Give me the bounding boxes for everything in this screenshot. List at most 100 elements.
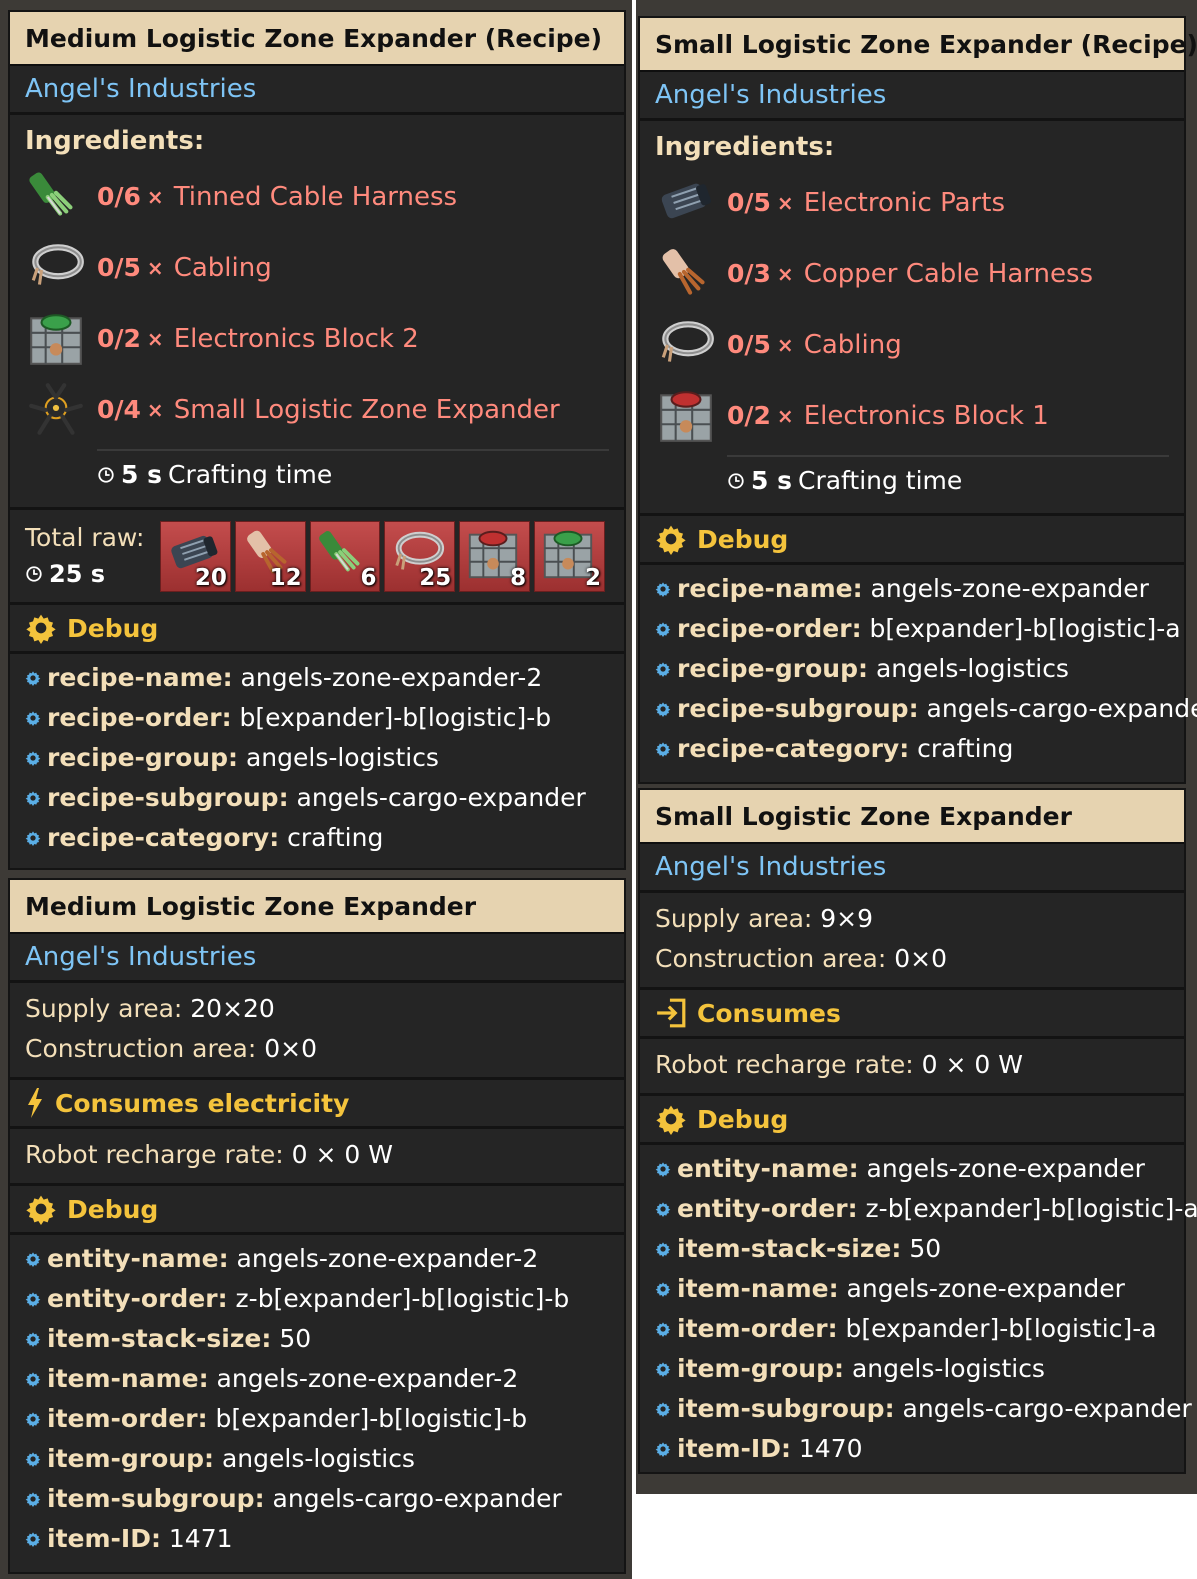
ingredient-count: 0/4 (97, 395, 141, 424)
debug-key: item-ID: (47, 1524, 161, 1553)
ingredient-name: Small Logistic Zone Expander (173, 394, 560, 425)
gear-icon (25, 1371, 41, 1387)
debug-label: Debug (697, 524, 789, 554)
gear-icon (25, 710, 41, 726)
debug-row: recipe-category: crafting (655, 729, 1169, 769)
debug-row: recipe-order: b[expander]-b[logistic]-a (655, 609, 1181, 649)
construction-area: Construction area: 0×0 (655, 939, 1169, 979)
debug-value: 1471 (168, 1524, 233, 1553)
debug-key: item-stack-size: (47, 1324, 272, 1353)
ingredient-name: Copper Cable Harness (803, 258, 1094, 289)
ingredient-count: 0/5 (727, 330, 771, 359)
clock-icon (727, 472, 745, 490)
ingredient-count: 0/2 (727, 401, 771, 430)
debug-value: angels-zone-expander (870, 574, 1149, 603)
recharge-rate-label: Robot recharge rate: (655, 1050, 914, 1079)
debug-value: z-b[expander]-b[logistic]-b (235, 1284, 570, 1313)
supply-area: Supply area: 20×20 (25, 989, 609, 1029)
recharge-rate-value: 0 × 0 W (921, 1050, 1023, 1079)
mod-name: Angel's Industries (655, 852, 887, 882)
debug-row: recipe-group: angels-logistics (25, 738, 609, 778)
debug-value: angels-cargo-expander (902, 1394, 1192, 1423)
times-sign: × (776, 261, 794, 286)
raw-item-slot[interactable]: 6 (309, 520, 381, 592)
gear-icon (25, 750, 41, 766)
debug-value: 1470 (798, 1434, 863, 1463)
debug-key: entity-order: (47, 1284, 228, 1313)
recharge-rate-value: 0 × 0 W (291, 1140, 393, 1169)
raw-item-slot[interactable]: 12 (234, 520, 306, 592)
supply-area-label: Supply area: (655, 904, 813, 933)
debug-row: item-order: b[expander]-b[logistic]-b (25, 1399, 609, 1439)
gear-icon (655, 1321, 671, 1337)
debug-value: 50 (279, 1324, 312, 1353)
raw-item-slot[interactable]: 2 (534, 520, 605, 592)
zone-expander-icon (25, 379, 87, 441)
tinned-cable-harness-icon (25, 166, 87, 228)
debug-header: Debug (655, 1100, 1169, 1138)
debug-key: recipe-group: (677, 654, 868, 683)
cabling-icon (25, 237, 87, 299)
cabling-icon (655, 314, 717, 376)
gear-icon (655, 523, 687, 555)
debug-key: item-name: (677, 1274, 839, 1303)
gear-icon (655, 1441, 671, 1457)
debug-value: angels-zone-expander-2 (236, 1244, 539, 1273)
gear-icon (25, 1531, 41, 1547)
ingredient-name: Cabling (803, 329, 902, 360)
consumes-arrow-icon (655, 997, 687, 1029)
debug-row: entity-name: angels-zone-expander (655, 1149, 1169, 1189)
debug-key: recipe-order: (47, 703, 232, 732)
debug-key: entity-name: (677, 1154, 859, 1183)
gear-icon (655, 661, 671, 677)
debug-label: Debug (67, 613, 159, 643)
electronics-block-2-icon (25, 308, 87, 370)
gear-icon (25, 1193, 57, 1225)
ingredient-name: Tinned Cable Harness (173, 181, 458, 212)
robot-recharge-rate: Robot recharge rate: 0 × 0 W (25, 1135, 609, 1175)
debug-row: entity-name: angels-zone-expander-2 (25, 1239, 609, 1279)
supply-area-value: 9×9 (820, 904, 874, 933)
ingredients-label: Ingredients: (655, 132, 835, 162)
ingredient-count: 0/5 (727, 188, 771, 217)
gear-icon (25, 1491, 41, 1507)
construction-area: Construction area: 0×0 (25, 1029, 609, 1069)
raw-item-slot[interactable]: 25 (384, 520, 456, 592)
debug-row: item-stack-size: 50 (25, 1319, 609, 1359)
debug-value: b[expander]-b[logistic]-a (869, 614, 1181, 643)
debug-key: entity-order: (677, 1194, 858, 1223)
gear-icon (25, 1331, 41, 1347)
ingredient-row: 0/5 × Electronic Parts (655, 167, 1169, 238)
debug-value: z-b[expander]-b[logistic]-a (865, 1194, 1197, 1223)
small-recipe-tooltip: Small Logistic Zone Expander (Recipe) An… (638, 16, 1197, 784)
debug-key: recipe-subgroup: (677, 694, 919, 723)
supply-area: Supply area: 9×9 (655, 899, 1169, 939)
debug-key: recipe-category: (47, 823, 280, 852)
debug-key: recipe-group: (47, 743, 238, 772)
raw-item-slot[interactable]: 8 (459, 520, 531, 592)
gear-icon (655, 581, 671, 597)
gear-icon (655, 1361, 671, 1377)
times-sign: × (146, 397, 164, 422)
raw-item-count: 25 (419, 564, 452, 591)
debug-key: recipe-order: (677, 614, 862, 643)
gear-icon (25, 612, 57, 644)
debug-label: Debug (697, 1104, 789, 1134)
debug-row: entity-order: z-b[expander]-b[logistic]-… (25, 1279, 609, 1319)
debug-key: recipe-subgroup: (47, 783, 289, 812)
debug-value: angels-logistics (245, 743, 439, 772)
recharge-rate-label: Robot recharge rate: (25, 1140, 284, 1169)
electronic-parts-icon (655, 172, 717, 234)
gear-icon (655, 1401, 671, 1417)
ingredient-count: 0/6 (97, 182, 141, 211)
raw-item-count: 20 (194, 564, 227, 591)
ingredient-count: 0/3 (727, 259, 771, 288)
times-sign: × (146, 184, 164, 209)
debug-row: item-ID: 1470 (655, 1429, 1169, 1469)
construction-area-value: 0×0 (264, 1034, 318, 1063)
debug-row: entity-order: z-b[expander]-b[logistic]-… (655, 1189, 1197, 1229)
raw-item-slot[interactable]: 20 (160, 520, 231, 592)
ingredient-count: 0/2 (97, 324, 141, 353)
construction-area-label: Construction area: (655, 944, 887, 973)
gear-icon (655, 1103, 687, 1135)
